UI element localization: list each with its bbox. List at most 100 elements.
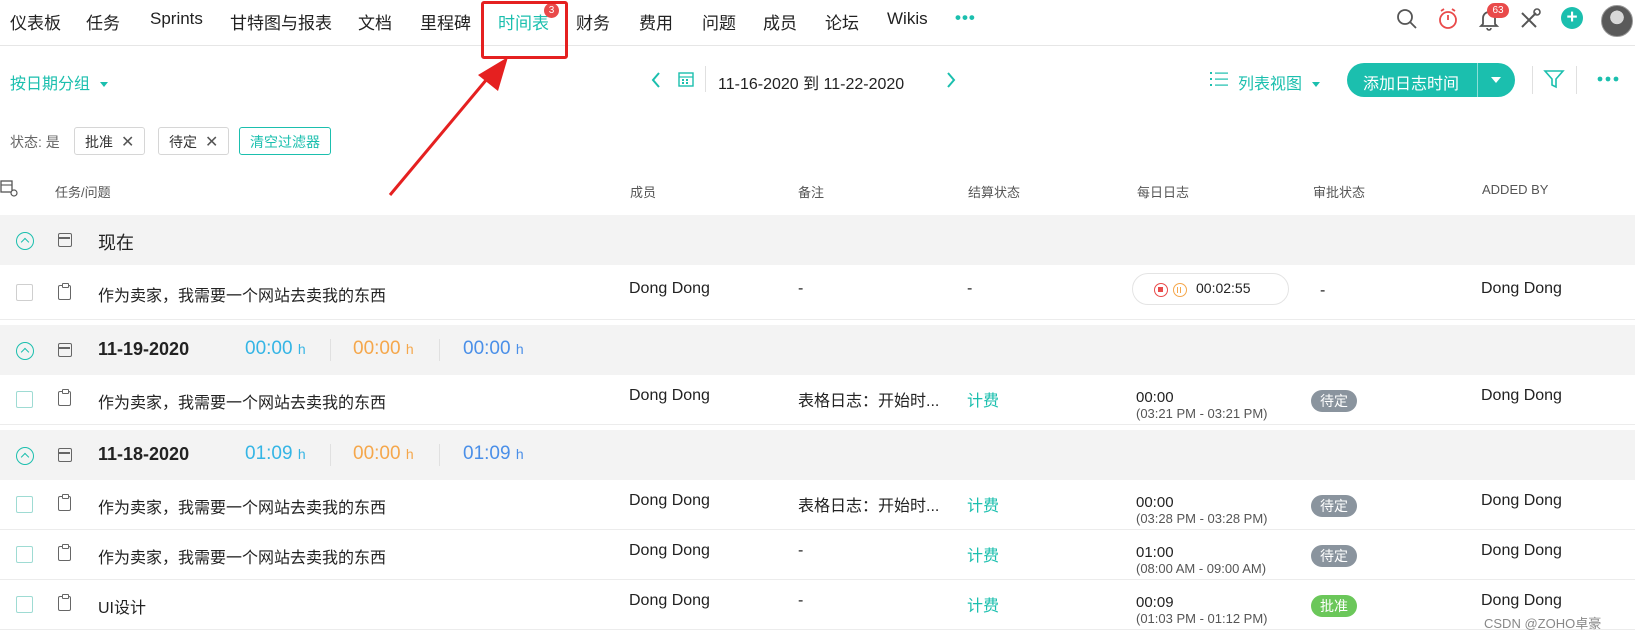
close-icon[interactable]: ✕ xyxy=(205,134,218,151)
timer-value: 00:02:55 xyxy=(1196,280,1251,296)
nav-tasks[interactable]: 任务 xyxy=(86,9,120,34)
view-mode-label: 列表视图 xyxy=(1238,76,1303,93)
notes[interactable]: 表格日志：开始时... xyxy=(798,492,939,516)
column-header-notes[interactable]: 备注 xyxy=(798,182,824,201)
column-header-billing[interactable]: 结算状态 xyxy=(968,182,1020,201)
nav-finance[interactable]: 财务 xyxy=(576,9,610,34)
added-by: Dong Dong xyxy=(1481,592,1562,609)
calendar-icon xyxy=(58,343,72,357)
column-header-added-by[interactable]: ADDED BY xyxy=(1482,182,1548,197)
nav-more-button[interactable]: ••• xyxy=(955,8,976,28)
member-name: Dong Dong xyxy=(629,492,710,509)
group-title: 11-19-2020 xyxy=(98,339,190,359)
row-checkbox[interactable] xyxy=(16,284,33,301)
nav-forums[interactable]: 论坛 xyxy=(825,9,859,34)
column-header-daily-log[interactable]: 每日日志 xyxy=(1137,182,1189,201)
collapse-icon[interactable] xyxy=(16,447,34,465)
column-header-task[interactable]: 任务/问题 xyxy=(55,182,111,201)
divider xyxy=(705,66,706,92)
filter-chip-pending[interactable]: 待定 ✕ xyxy=(158,127,230,155)
row-checkbox[interactable] xyxy=(16,596,33,613)
collapse-icon[interactable] xyxy=(16,232,34,250)
nav-milestones[interactable]: 里程碑 xyxy=(420,9,471,34)
nav-expenses[interactable]: 费用 xyxy=(639,9,673,34)
add-log-time-button[interactable]: 添加日志时间 xyxy=(1347,63,1515,97)
added-by: Dong Dong xyxy=(1481,387,1562,404)
close-icon[interactable]: ✕ xyxy=(121,134,134,151)
group-header-date: 11-18-2020 01:09 h 00:00 h 01:09 h xyxy=(0,430,1635,480)
nav-dashboard[interactable]: 仪表板 xyxy=(10,9,61,34)
task-name[interactable]: 作为卖家，我需要一个网站去卖我的东西 xyxy=(98,494,386,518)
column-settings-icon[interactable] xyxy=(0,179,18,197)
chevron-down-icon[interactable] xyxy=(1491,77,1501,83)
nav-gantt-reports[interactable]: 甘特图与报表 xyxy=(230,9,332,34)
calendar-icon[interactable] xyxy=(677,70,695,88)
chevron-down-icon xyxy=(1312,82,1321,88)
row-checkbox[interactable] xyxy=(16,496,33,513)
task-icon xyxy=(58,594,71,611)
prev-week-icon[interactable] xyxy=(650,71,662,89)
collapse-icon[interactable] xyxy=(16,342,34,360)
nonbillable-hours: 00:00 h xyxy=(463,338,524,359)
divider xyxy=(439,339,440,361)
status-badge: 待定 xyxy=(1311,495,1357,517)
search-icon[interactable] xyxy=(1395,7,1419,31)
log-time: 01:00 xyxy=(1136,544,1174,561)
task-name[interactable]: 作为卖家，我需要一个网站去卖我的东西 xyxy=(98,282,386,306)
nav-issues[interactable]: 问题 xyxy=(702,9,736,34)
running-timer: 00:02:55 xyxy=(1132,273,1289,305)
calendar-icon xyxy=(58,233,72,247)
nav-members[interactable]: 成员 xyxy=(763,9,797,34)
clear-filters-button[interactable]: 清空过滤器 xyxy=(239,127,331,155)
nav-wikis[interactable]: Wikis xyxy=(887,9,928,29)
calendar-icon xyxy=(58,448,72,462)
timer-icon[interactable] xyxy=(1436,7,1460,31)
billing-status[interactable]: 计费 xyxy=(967,492,999,516)
row-checkbox[interactable] xyxy=(16,546,33,563)
filter-icon[interactable] xyxy=(1543,68,1565,90)
add-new-button[interactable]: + xyxy=(1561,7,1583,29)
row-checkbox[interactable] xyxy=(16,391,33,408)
added-by: Dong Dong xyxy=(1481,492,1562,509)
table-row[interactable]: 作为卖家，我需要一个网站去卖我的东西 Dong Dong - 计费 01:00 … xyxy=(0,530,1635,580)
group-title: 现在 xyxy=(98,233,134,253)
task-icon xyxy=(58,494,71,511)
more-options-icon[interactable] xyxy=(1597,76,1619,82)
notes[interactable]: 表格日志：开始时... xyxy=(798,387,939,411)
added-by: Dong Dong xyxy=(1481,542,1562,559)
billing-status[interactable]: 计费 xyxy=(967,542,999,566)
stop-icon[interactable] xyxy=(1154,283,1168,297)
next-week-icon[interactable] xyxy=(945,71,957,89)
filter-chip-approved[interactable]: 批准 ✕ xyxy=(74,127,146,155)
avatar[interactable] xyxy=(1601,5,1633,37)
table-row[interactable]: 作为卖家，我需要一个网站去卖我的东西 Dong Dong - - - Dong … xyxy=(0,265,1635,320)
billing-status[interactable]: 计费 xyxy=(967,387,999,411)
group-by-dropdown[interactable]: 按日期分组 xyxy=(10,70,109,94)
task-name[interactable]: 作为卖家，我需要一个网站去卖我的东西 xyxy=(98,544,386,568)
added-by: Dong Dong xyxy=(1481,280,1562,297)
billing-status[interactable]: 计费 xyxy=(967,592,999,616)
table-row[interactable]: 作为卖家，我需要一个网站去卖我的东西 Dong Dong 表格日志：开始时...… xyxy=(0,375,1635,425)
tools-icon[interactable] xyxy=(1518,7,1542,31)
task-name[interactable]: UI设计 xyxy=(98,594,146,618)
total-hours: 00:00 h xyxy=(245,338,306,359)
column-header-approval[interactable]: 审批状态 xyxy=(1313,182,1365,201)
billable-hours: 00:00 h xyxy=(353,443,414,464)
annotation-arrow-icon xyxy=(388,57,508,196)
add-log-time-label: 添加日志时间 xyxy=(1363,76,1460,93)
top-nav: 仪表板 任务 Sprints 甘特图与报表 文档 里程碑 时间表 3 财务 费用… xyxy=(0,0,1635,46)
group-title: 11-18-2020 xyxy=(98,444,190,464)
annotation-highlight-box xyxy=(481,1,568,59)
timesheet-app: { "nav": { "items": ["仪表板", "任务", "Sprin… xyxy=(0,0,1635,638)
nav-documents[interactable]: 文档 xyxy=(358,9,392,34)
column-header-member[interactable]: 成员 xyxy=(630,182,656,201)
view-mode-dropdown[interactable]: 列表视图 xyxy=(1238,70,1321,94)
chevron-down-icon xyxy=(100,82,109,88)
nav-sprints[interactable]: Sprints xyxy=(150,9,203,29)
table-row[interactable]: 作为卖家，我需要一个网站去卖我的东西 Dong Dong 表格日志：开始时...… xyxy=(0,480,1635,530)
billable-hours: 00:00 h xyxy=(353,338,414,359)
task-name[interactable]: 作为卖家，我需要一个网站去卖我的东西 xyxy=(98,389,386,413)
divider xyxy=(1477,63,1478,97)
pause-icon[interactable] xyxy=(1173,283,1187,297)
table-row[interactable]: UI设计 Dong Dong - 计费 00:09 (01:03 PM - 01… xyxy=(0,580,1635,630)
